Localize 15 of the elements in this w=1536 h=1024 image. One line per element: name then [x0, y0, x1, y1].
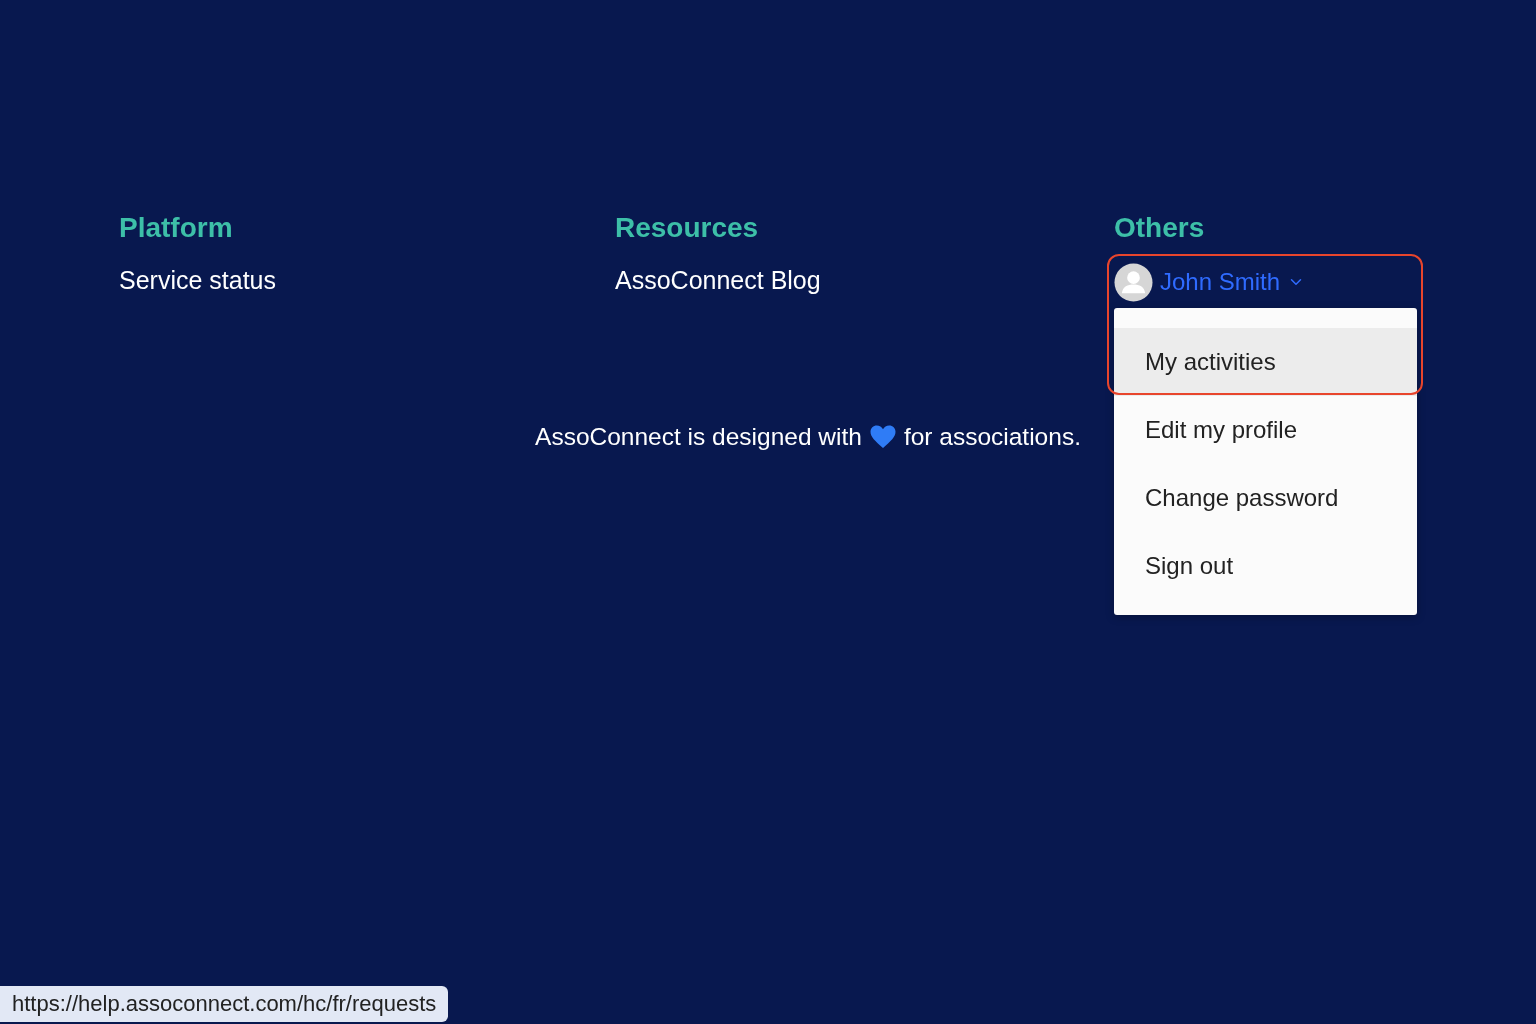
tagline-text: AssoConnect is designed with [535, 422, 862, 452]
menu-item[interactable]: Change password [1114, 464, 1417, 532]
column-heading: Others [1114, 211, 1205, 245]
tagline-text: for associations. [903, 422, 1081, 452]
column-heading: Platform [119, 211, 233, 245]
footer-link[interactable]: Service status [119, 265, 276, 295]
column-heading: Resources [615, 211, 759, 245]
menu-item[interactable]: My activities [1114, 328, 1417, 396]
user-menu-button[interactable]: John Smith [1114, 262, 1306, 302]
link-status-bar: https://help.assoconnect.com/hc/fr/requests [0, 986, 449, 1022]
avatar-icon [1114, 262, 1153, 302]
footer-link[interactable]: AssoConnect Blog [615, 265, 821, 295]
menu-item[interactable]: Sign out [1114, 532, 1417, 600]
menu-item[interactable]: Edit my profile [1114, 396, 1417, 464]
heart-icon [869, 425, 896, 449]
